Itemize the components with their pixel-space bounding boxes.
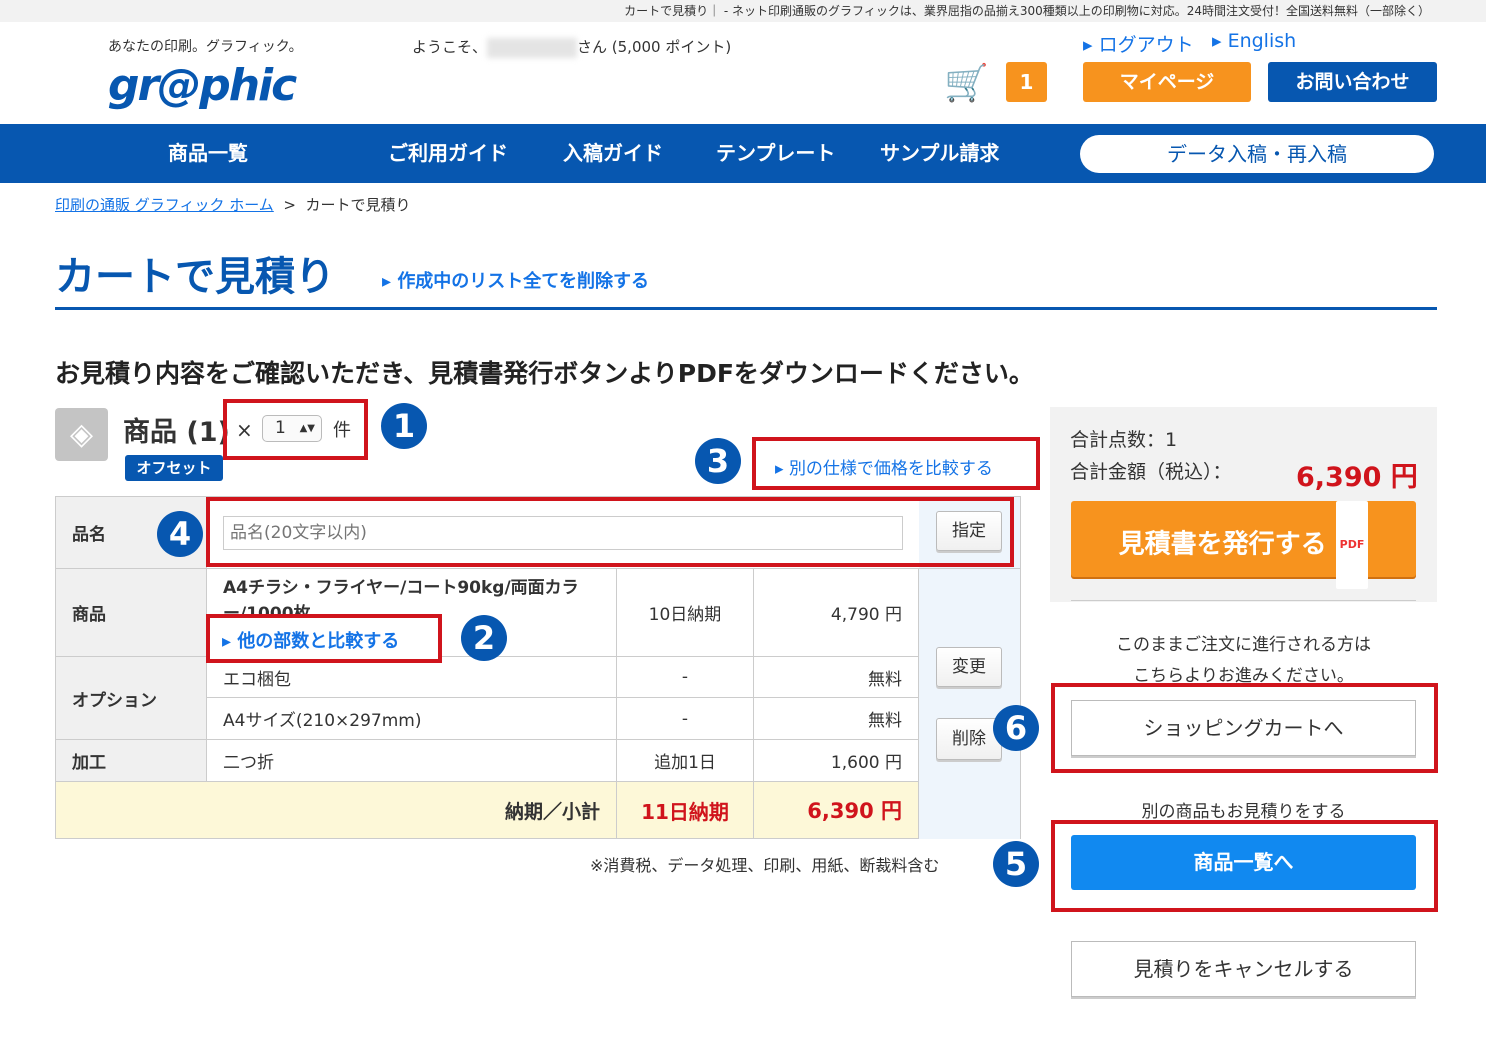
title-divider xyxy=(55,307,1437,310)
annotation-4: 4 xyxy=(157,511,203,557)
annotation-2: 2 xyxy=(461,615,507,661)
nav-sample[interactable]: サンプル請求 xyxy=(880,124,999,183)
product-label: 商品 xyxy=(56,569,207,657)
page-title: カートで見積り xyxy=(55,254,335,300)
option-name: A4サイズ(210×297mm) xyxy=(207,698,617,740)
pdf-icon: PDF xyxy=(1335,501,1369,589)
compare-spec-label: 別の仕様で価格を比較する xyxy=(788,459,993,479)
stepper-arrows-icon[interactable]: ▲▼ xyxy=(300,416,315,441)
annotation-box-4 xyxy=(206,497,1014,567)
subtotal-label: 納期／小計 xyxy=(56,782,617,839)
instruction: お見積り内容をご確認いただき、見積書発行ボタンよりPDFをダウンロードください。 xyxy=(55,359,1034,388)
nav-upload-guide[interactable]: 入稿ガイド xyxy=(563,124,663,183)
change-button[interactable]: 変更 xyxy=(936,647,1002,687)
issue-estimate-button[interactable]: 見積書を発行する PDF xyxy=(1071,501,1416,589)
total-count: 合計点数：1 xyxy=(1070,429,1178,451)
price-note: ※消費税、データ処理、印刷、用紙、断裁料含む xyxy=(590,856,940,875)
tagline: あなたの印刷。グラフィック。 xyxy=(108,39,303,55)
unit-label: 件 xyxy=(333,420,351,441)
option-name: エコ梱包 xyxy=(207,657,617,698)
option-delivery: - xyxy=(617,657,754,698)
quantity-value: 1 xyxy=(275,418,286,438)
product-heading: 商品 (1) xyxy=(123,417,230,448)
annotation-3: 3 xyxy=(695,438,741,484)
subtotal-price: 6,390 円 xyxy=(754,782,919,839)
process-label: 加工 xyxy=(56,740,207,782)
process-price: 1,600 円 xyxy=(754,740,919,782)
option-label: オプション xyxy=(56,657,207,740)
welcome: ようこそ、 さん (5,000 ポイント) xyxy=(412,36,731,58)
breadcrumb: 印刷の通販 グラフィック ホーム > カートで見積り xyxy=(55,194,410,215)
main-nav: 商品一覧 ご利用ガイド 入稿ガイド テンプレート サンプル請求 データ入稿・再入… xyxy=(0,124,1486,183)
compare-qty-label: 他の部数と比較する xyxy=(237,631,400,652)
option-price: 無料 xyxy=(754,698,919,740)
english-link[interactable]: ▸ English xyxy=(1212,30,1296,52)
breadcrumb-home[interactable]: 印刷の通販 グラフィック ホーム xyxy=(55,196,274,214)
offset-badge: オフセット xyxy=(125,455,223,481)
quantity-stepper[interactable]: 1 ▲▼ xyxy=(262,415,322,442)
product-list-button[interactable]: 商品一覧へ xyxy=(1071,835,1416,890)
logo[interactable]: gr@phic xyxy=(108,60,297,111)
option-delivery: - xyxy=(617,698,754,740)
english-label: English xyxy=(1227,30,1297,52)
nav-products[interactable]: 商品一覧 xyxy=(168,124,248,183)
summary-divider xyxy=(1071,600,1416,601)
product-delivery: 10日納期 xyxy=(617,569,754,657)
breadcrumb-current: カートで見積り xyxy=(305,196,411,214)
other-note: 別の商品もお見積りをする xyxy=(1141,802,1346,822)
times-sign: × xyxy=(236,418,253,442)
issue-label: 見積書を発行する xyxy=(1118,529,1327,560)
delete-all-link[interactable]: ▸ 作成中のリスト全てを削除する xyxy=(382,267,649,293)
blurred-username xyxy=(487,37,578,58)
cart-count-badge[interactable]: 1 xyxy=(1006,62,1047,102)
compare-spec-link[interactable]: ▸ 別の仕様で価格を比較する xyxy=(775,454,993,479)
total-amount: 6,390 円 xyxy=(1296,462,1418,493)
layers-icon: ◈ xyxy=(55,408,108,461)
order-note-line: このままご注文に進行される方は xyxy=(1116,635,1371,655)
compare-qty-link[interactable]: ▸ 他の部数と比較する xyxy=(222,627,399,653)
welcome-prefix: ようこそ、 xyxy=(412,38,488,56)
product-price: 4,790 円 xyxy=(754,569,919,657)
cart-icon[interactable]: 🛒 xyxy=(944,62,989,104)
process-name: 二つ折 xyxy=(207,740,617,782)
logout-link[interactable]: ▸ ログアウト xyxy=(1083,30,1194,57)
subtotal-delivery: 11日納期 xyxy=(617,782,754,839)
logout-label: ログアウト xyxy=(1098,34,1194,56)
mypage-button[interactable]: マイページ xyxy=(1083,62,1251,102)
option-price: 無料 xyxy=(754,657,919,698)
total-label: 合計金額（税込）： xyxy=(1070,461,1232,483)
contact-button[interactable]: お問い合わせ xyxy=(1268,62,1437,102)
shopping-cart-button[interactable]: ショッピングカートへ xyxy=(1071,700,1416,756)
annotation-1: 1 xyxy=(381,403,427,449)
top-info-bar: カートで見積り｜ - ネット印刷通販のグラフィックは、業界屈指の品揃え300種類… xyxy=(0,0,1486,22)
annotation-6: 6 xyxy=(993,705,1039,751)
welcome-suffix: さん (5,000 ポイント) xyxy=(577,38,732,56)
breadcrumb-sep: > xyxy=(283,196,296,214)
nav-template[interactable]: テンプレート xyxy=(716,124,835,183)
nav-guide[interactable]: ご利用ガイド xyxy=(388,124,508,183)
delete-all-label: 作成中のリスト全てを削除する xyxy=(397,271,649,292)
process-delivery: 追加1日 xyxy=(617,740,754,782)
upload-button[interactable]: データ入稿・再入稿 xyxy=(1080,135,1434,173)
annotation-5: 5 xyxy=(993,841,1039,887)
delete-button[interactable]: 削除 xyxy=(936,718,1002,760)
cancel-estimate-button[interactable]: 見積りをキャンセルする xyxy=(1071,941,1416,997)
